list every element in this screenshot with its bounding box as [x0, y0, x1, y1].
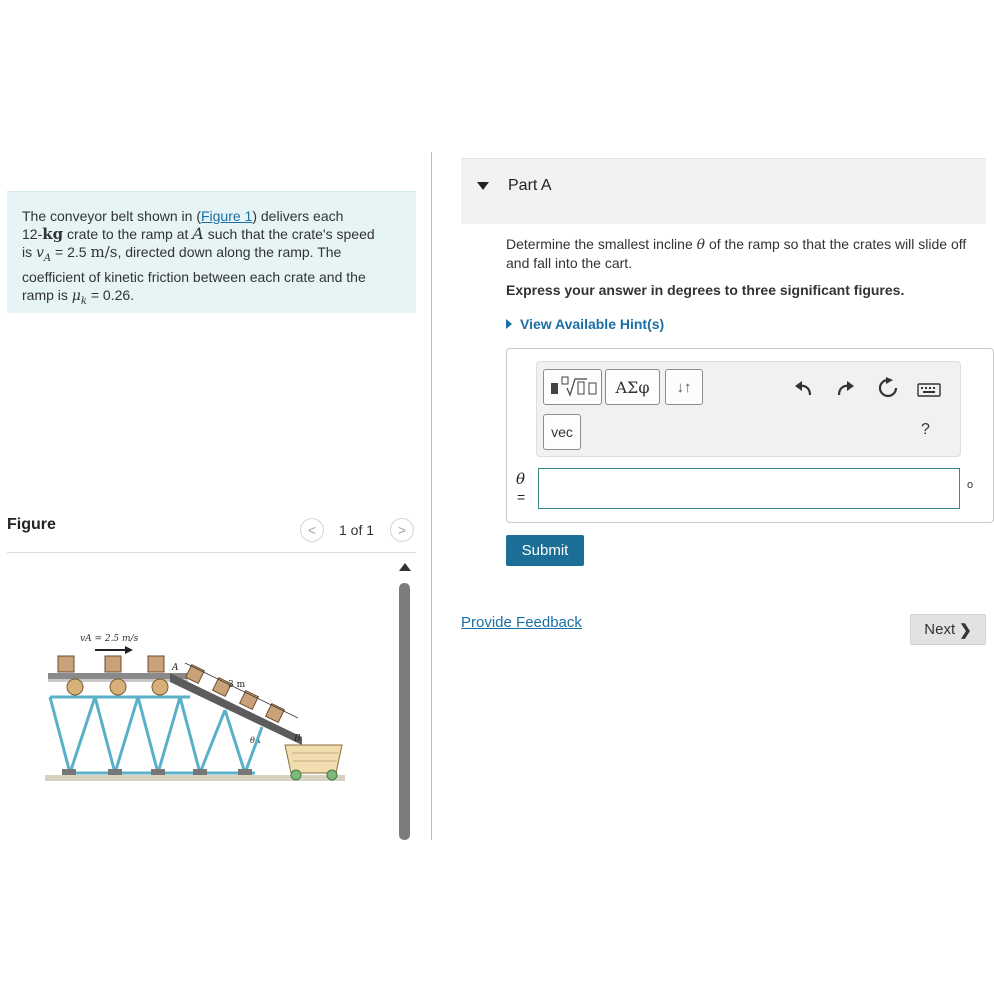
crates	[57, 655, 165, 673]
problem-text: 12-	[22, 226, 43, 242]
speed-arrowhead	[125, 646, 133, 654]
problem-text: coefficient of kinetic friction between …	[22, 268, 366, 285]
conveyor-figure: vA = 2.5 m/s A 3 m θA B	[45, 634, 345, 781]
point-b-label: B	[293, 734, 301, 744]
answer-variable: θ	[516, 470, 526, 488]
vector-button[interactable]: vec	[543, 414, 581, 450]
speed-var: v	[36, 245, 44, 261]
question-text: Determine the smallest incline θ of the …	[506, 235, 976, 272]
hint-label: View Available Hint(s)	[520, 316, 665, 332]
chevron-right-icon: ❯	[959, 621, 972, 639]
point-a: A	[192, 224, 204, 243]
problem-text: , directed down along the ramp. The	[117, 244, 342, 260]
scroll-up-arrow[interactable]	[399, 563, 411, 571]
chevron-right-icon: >	[397, 522, 407, 538]
degree-unit: o	[967, 479, 974, 491]
greek-symbols-button[interactable]: ΑΣφ	[605, 369, 660, 405]
problem-text: such that the crate's speed	[203, 226, 375, 242]
length-label: 3 m	[228, 680, 246, 690]
templates-icon	[550, 376, 596, 397]
problem-statement: The conveyor belt shown in (Figure 1) de…	[7, 191, 416, 313]
templates-button[interactable]	[543, 369, 602, 405]
figure-divider	[7, 552, 416, 553]
problem-text: ramp is	[22, 286, 72, 303]
question-part: Determine the smallest incline	[506, 236, 697, 252]
speed-unit: m/s	[90, 243, 118, 261]
figure-prev-button[interactable]: <	[300, 518, 324, 542]
figure-title: Figure	[7, 516, 56, 533]
provide-feedback-link[interactable]: Provide Feedback	[461, 614, 582, 631]
figure-link[interactable]: Figure 1	[201, 208, 252, 224]
instruction-text: Express your answer in degrees to three …	[506, 282, 905, 298]
problem-text: is	[22, 244, 36, 260]
caret-right-icon	[506, 319, 512, 329]
next-label: Next	[924, 621, 956, 638]
theta-symbol: θ	[696, 237, 706, 253]
mu-value: = 0.26.	[86, 286, 135, 303]
figure-next-button[interactable]: >	[390, 518, 414, 542]
problem-text: ) delivers each	[252, 208, 344, 224]
answer-input[interactable]	[538, 468, 960, 509]
cart	[284, 744, 343, 781]
submit-button[interactable]: Submit	[506, 535, 584, 566]
mu-symbol: μ	[71, 287, 81, 304]
problem-text: crate to the ramp at	[63, 226, 193, 242]
redo-icon[interactable]	[833, 376, 857, 400]
pane-divider[interactable]	[431, 152, 432, 840]
figure-counter: 1 of 1	[339, 522, 375, 538]
caret-down-icon[interactable]	[477, 182, 489, 190]
scrollbar-thumb[interactable]	[399, 583, 410, 840]
mass-unit: kg	[42, 225, 64, 243]
view-hints-link[interactable]: View Available Hint(s)	[506, 316, 664, 332]
reset-icon[interactable]	[876, 376, 900, 400]
conveyor-belt	[48, 673, 188, 679]
part-title: Part A	[508, 177, 552, 194]
help-button[interactable]: ?	[921, 421, 930, 439]
equals-sign: =	[517, 489, 526, 505]
speed-value: = 2.5	[51, 244, 91, 260]
problem-text: The conveyor belt shown in (	[22, 208, 201, 224]
chevron-left-icon: <	[307, 522, 317, 538]
speed-label: vA = 2.5 m/s	[80, 634, 139, 644]
next-button[interactable]: Next ❯	[910, 614, 986, 645]
point-a-label: A	[171, 663, 179, 673]
arrows-button[interactable]: ↓↑	[665, 369, 703, 405]
keyboard-icon[interactable]	[916, 378, 942, 402]
undo-icon[interactable]	[792, 376, 816, 400]
